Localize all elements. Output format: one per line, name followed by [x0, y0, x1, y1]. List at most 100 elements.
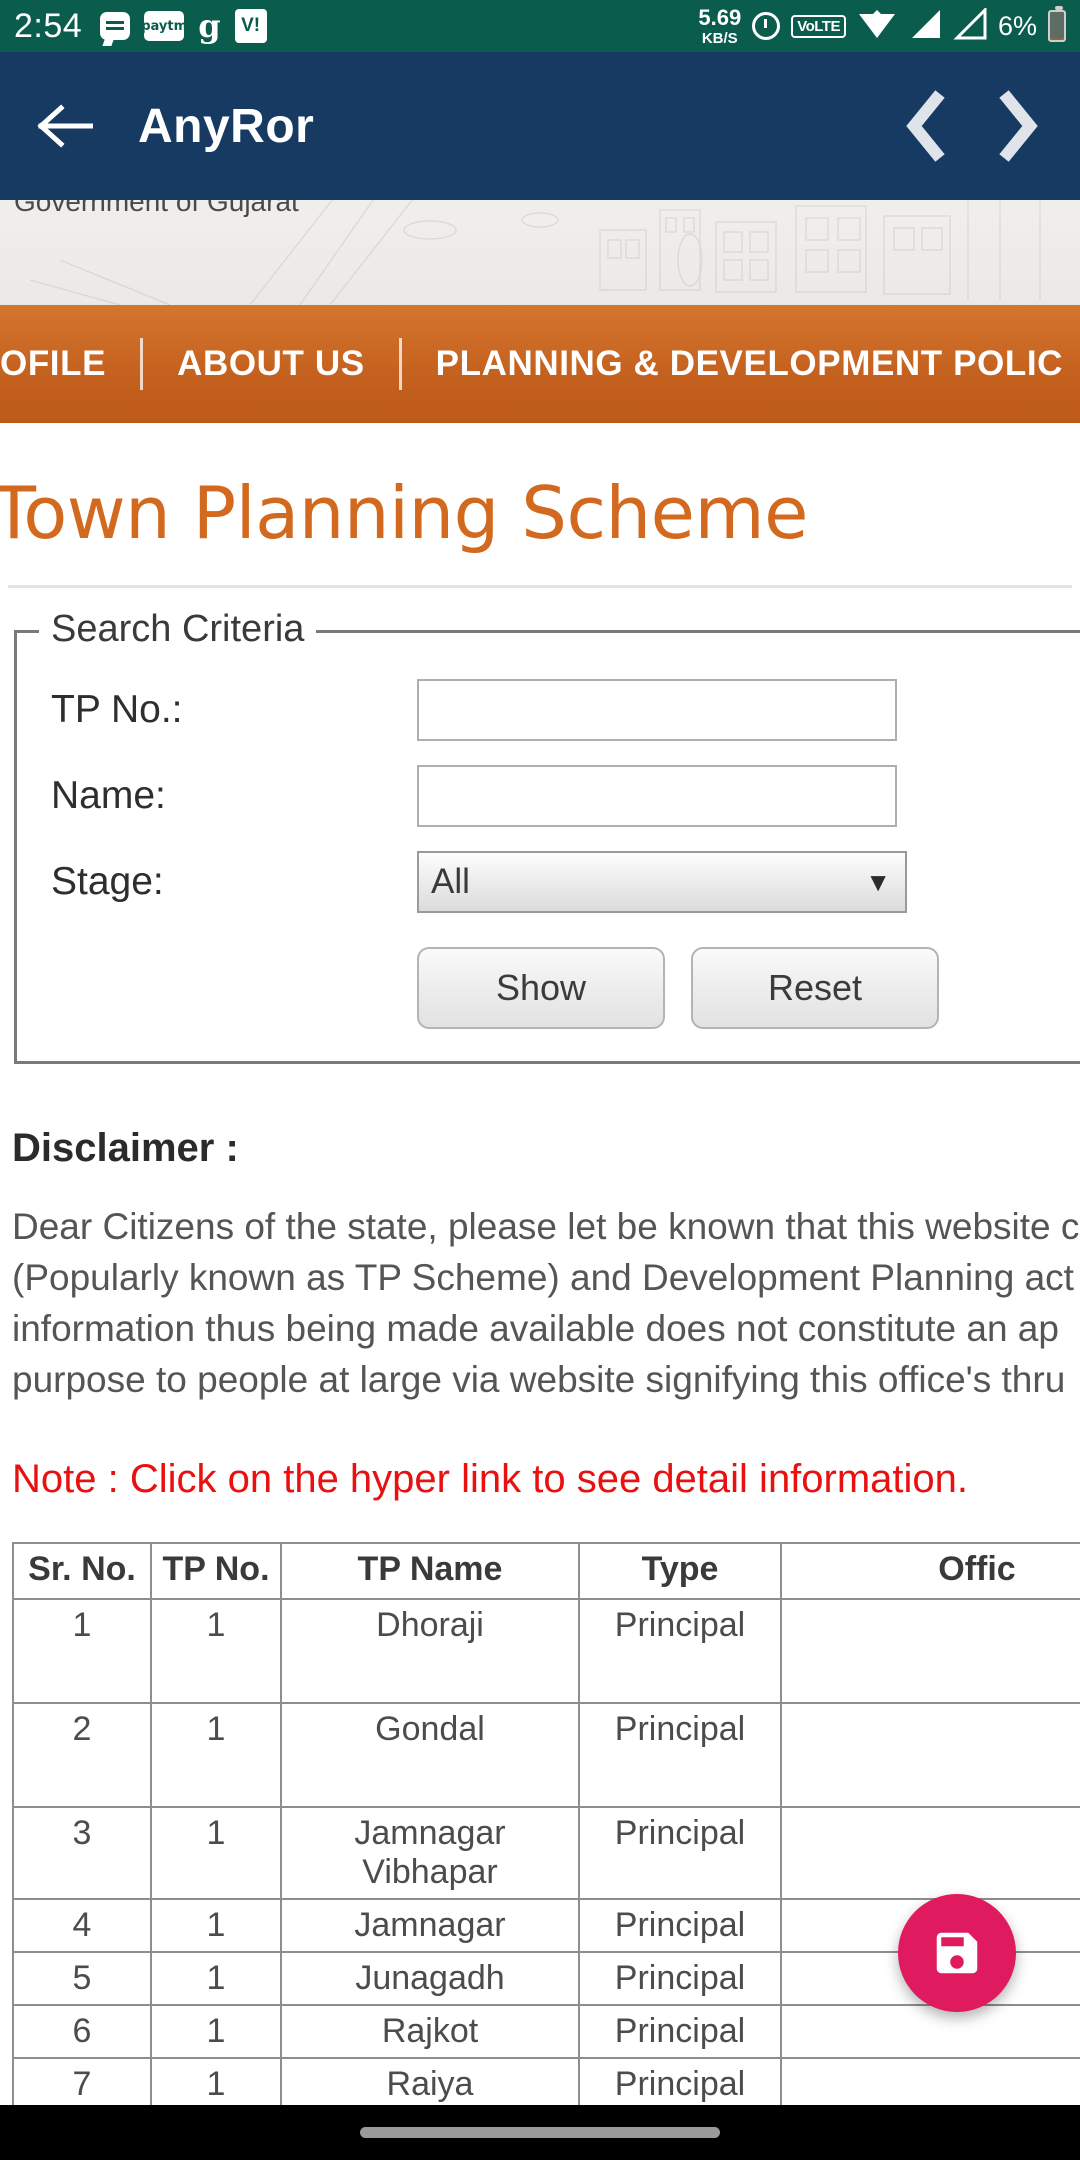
network-speed-value: 5.69: [698, 4, 742, 30]
reset-button[interactable]: Reset: [691, 947, 939, 1029]
column-header-sr-no: Sr. No.: [12, 1542, 152, 1601]
disclaimer-title: Disclaimer :: [12, 1126, 239, 1170]
table-header-row: Sr. No. TP No. TP Name Type Offic: [12, 1542, 1080, 1601]
cell-tp-name: Raiya: [280, 2057, 580, 2105]
cell-type: Principal: [578, 1806, 782, 1901]
table-head: Sr. No. TP No. TP Name Type Offic: [12, 1542, 1080, 1601]
government-label: Government of Gujarat: [14, 200, 299, 217]
cell-tp-no: 1: [150, 2004, 282, 2060]
gesture-nav-bar: [0, 2105, 1080, 2160]
show-button[interactable]: Show: [417, 947, 665, 1029]
name-input[interactable]: [417, 765, 897, 827]
save-fab-button[interactable]: [898, 1894, 1016, 2012]
search-criteria-section: Search Criteria TP No.: Name: Stage: All…: [0, 588, 1080, 1064]
cell-office: [780, 1598, 1080, 1705]
cell-tp-name: Gondal: [280, 1702, 580, 1809]
cell-type: Principal: [578, 1598, 782, 1705]
stage-label: Stage:: [51, 860, 164, 903]
battery-percent-label: 6%: [997, 10, 1037, 41]
tp-no-row: TP No.:: [17, 667, 1080, 753]
tp-results-table-container: Sr. No. TP No. TP Name Type Offic 1 1 Dhor…: [0, 1502, 1080, 2105]
signal-icon: [908, 8, 942, 45]
cell-tp-no: 1: [150, 2057, 282, 2105]
g-pay-icon: g: [198, 6, 221, 45]
column-header-tp-no: TP No.: [150, 1542, 282, 1601]
disclaimer-line: purpose to people at large via website s…: [12, 1359, 1066, 1401]
tp-no-input[interactable]: [417, 679, 897, 741]
chevron-right-icon[interactable]: [986, 86, 1050, 166]
table-body: 1 1 Dhoraji Principal 2 1 Gondal Principal 3 1 Jam…: [12, 1598, 1080, 2105]
status-system-icons: 5.69 KB/S VoLTE 6%: [698, 4, 1066, 46]
cell-type: Principal: [578, 1951, 782, 2007]
alarm-icon: [752, 12, 781, 40]
table-row[interactable]: 7 1 Raiya Principal: [12, 2057, 1080, 2105]
page-title: Town Planning Scheme: [0, 471, 808, 555]
status-time: 2:54: [14, 6, 83, 45]
cell-sr-no: 4: [12, 1898, 152, 1954]
cell-office: [780, 1806, 1080, 1901]
table-row[interactable]: 6 1 Rajkot Principal: [12, 2004, 1080, 2060]
cell-tp-no: 1: [150, 1598, 282, 1705]
site-banner: Government of Gujarat: [0, 200, 1080, 305]
chevron-left-icon[interactable]: [894, 86, 958, 166]
search-buttons-row: Show Reset: [17, 925, 1080, 1029]
cell-tp-no: 1: [150, 1806, 282, 1901]
save-icon: [936, 1932, 978, 1974]
volte-icon: VoLTE: [791, 14, 846, 38]
app-title: AnyRor: [138, 99, 315, 153]
site-nav: OFILE ABOUT US PLANNING & DEVELOPMENT PO…: [0, 305, 1080, 423]
tp-no-label: TP No.:: [51, 688, 183, 731]
tp-results-table: Sr. No. TP No. TP Name Type Offic 1 1 Dhor…: [12, 1542, 1080, 2105]
cell-sr-no: 3: [12, 1806, 152, 1901]
home-gesture-pill[interactable]: [360, 2127, 720, 2138]
disclaimer-line: information thus being made available do…: [12, 1308, 1059, 1350]
cell-sr-no: 1: [12, 1598, 152, 1705]
cell-type: Principal: [578, 1702, 782, 1809]
cell-tp-name: Rajkot: [280, 2004, 580, 2060]
network-speed-indicator: 5.69 KB/S: [698, 4, 742, 46]
cell-sr-no: 7: [12, 2057, 152, 2105]
wifi-icon: [857, 8, 897, 45]
name-label: Name:: [51, 774, 166, 817]
app-bar-nav-actions: [894, 86, 1050, 166]
cell-sr-no: 5: [12, 1951, 152, 2007]
column-header-tp-name: TP Name: [280, 1542, 580, 1601]
cell-office: [780, 1702, 1080, 1809]
search-criteria-fieldset: Search Criteria TP No.: Name: Stage: All…: [14, 608, 1080, 1064]
column-header-type: Type: [578, 1542, 782, 1601]
cell-tp-name: Junagadh: [280, 1951, 580, 2007]
cell-tp-name: Jamnagar: [280, 1898, 580, 1954]
nav-item-planning-development-policy[interactable]: PLANNING & DEVELOPMENT POLIC: [436, 344, 1063, 384]
disclaimer-line: (Popularly known as TP Scheme) and Devel…: [12, 1257, 1074, 1299]
stage-row: Stage: All ▼: [17, 839, 1080, 925]
table-row[interactable]: 2 1 Gondal Principal: [12, 1702, 1080, 1809]
app-bar: AnyRor: [0, 52, 1080, 200]
cell-tp-no: 1: [150, 1702, 282, 1809]
table-row[interactable]: 3 1 Jamnagar Vibhapar Principal: [12, 1806, 1080, 1901]
chat-icon: [100, 12, 131, 40]
chevron-down-icon: ▼: [865, 866, 891, 897]
paytm-icon: paytm: [141, 11, 187, 41]
cell-office: [780, 2004, 1080, 2060]
cell-tp-name: Dhoraji: [280, 1598, 580, 1705]
nav-separator: [140, 338, 144, 390]
disclaimer-body: Dear Citizens of the state, please let b…: [0, 1171, 1080, 1405]
battery-icon: [1048, 6, 1066, 42]
stage-select[interactable]: All ▼: [417, 851, 907, 913]
cell-sr-no: 2: [12, 1702, 152, 1809]
cell-tp-name: Jamnagar Vibhapar: [280, 1806, 580, 1901]
back-button[interactable]: [30, 91, 100, 161]
status-bar: 2:54 paytm g V! 5.69 KB/S VoLTE 6%: [0, 0, 1080, 52]
cell-office: [780, 2057, 1080, 2105]
vi-icon: V!: [234, 9, 267, 43]
nav-item-profile[interactable]: OFILE: [0, 344, 106, 384]
app-screen: 2:54 paytm g V! 5.69 KB/S VoLTE 6% AnyRo…: [0, 0, 1080, 2160]
cell-sr-no: 6: [12, 2004, 152, 2060]
cell-tp-no: 1: [150, 1951, 282, 2007]
stage-selected-value: All: [431, 862, 470, 901]
cell-type: Principal: [578, 2057, 782, 2105]
cell-type: Principal: [578, 1898, 782, 1954]
table-row[interactable]: 1 1 Dhoraji Principal: [12, 1598, 1080, 1705]
nav-item-about-us[interactable]: ABOUT US: [177, 344, 365, 384]
cell-tp-no: 1: [150, 1898, 282, 1954]
